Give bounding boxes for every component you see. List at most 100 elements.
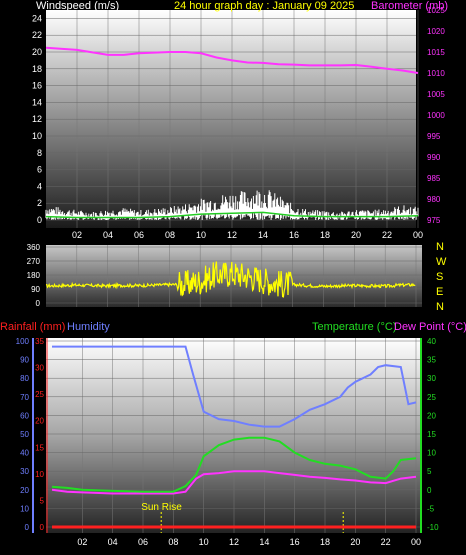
hour-tick-label: 00 xyxy=(413,230,423,240)
barometer-tick-label: 995 xyxy=(427,132,441,141)
barometer-tick-label: 1005 xyxy=(427,90,445,99)
compass-label: N xyxy=(436,301,444,313)
hour-tick-label: 06 xyxy=(134,230,144,240)
hour-tick-label: 18 xyxy=(320,230,330,240)
humidity-tick-label: 70 xyxy=(20,393,29,402)
wind-barometer-panel: 024681012141618202224 975980985990995100… xyxy=(32,0,448,240)
temperature-tick-label: 5 xyxy=(427,467,432,476)
panel3-time-axis: 02 04 06 08 10 12 14 16 18 20 22 00 xyxy=(77,537,421,547)
hour-tick-label: 18 xyxy=(320,537,330,547)
compass-label: N xyxy=(436,241,444,253)
barometer-tick-label: 1010 xyxy=(427,69,445,78)
rainfall-tick-label: 20 xyxy=(35,417,44,426)
rainfall-axis: 0 5 10 15 20 25 30 35 xyxy=(35,337,44,532)
hour-tick-label: 00 xyxy=(411,537,421,547)
hour-tick-label: 10 xyxy=(199,537,209,547)
temperature-tick-label: 10 xyxy=(427,449,436,458)
humidity-tick-label: 40 xyxy=(20,449,29,458)
rainfall-tick-label: 5 xyxy=(40,496,45,505)
windspeed-tick-label: 20 xyxy=(32,47,42,57)
direction-tick-label: 180 xyxy=(27,271,41,280)
windspeed-tick-label: 0 xyxy=(37,215,42,225)
windspeed-tick-label: 22 xyxy=(32,30,42,40)
barometer-tick-label: 980 xyxy=(427,195,441,204)
humidity-tick-label: 30 xyxy=(20,467,29,476)
hour-tick-label: 04 xyxy=(103,230,113,240)
compass-label: S xyxy=(436,271,443,283)
humidity-tick-label: 50 xyxy=(20,430,29,439)
panel1-barometer-axis: 975980985990995100010051010101510201025 xyxy=(427,6,445,225)
windspeed-tick-label: 18 xyxy=(32,64,42,74)
hour-tick-label: 14 xyxy=(258,230,268,240)
hour-tick-label: 14 xyxy=(259,537,269,547)
barometer-tick-label: 1020 xyxy=(427,27,445,36)
humidity-tick-label: 100 xyxy=(16,337,30,346)
humidity-tick-label: 20 xyxy=(20,486,29,495)
temperature-axis-title: Temperature (°C) xyxy=(312,321,396,333)
rainfall-tick-label: 15 xyxy=(35,443,44,452)
hour-tick-label: 06 xyxy=(138,537,148,547)
windspeed-tick-label: 10 xyxy=(32,131,42,141)
rainfall-axis-title: Rainfall (mm) xyxy=(0,321,65,333)
barometer-tick-label: 1015 xyxy=(427,48,445,57)
temperature-tick-label: 20 xyxy=(427,411,436,420)
hour-tick-label: 20 xyxy=(351,230,361,240)
direction-degree-axis: 0 90 180 270 360 xyxy=(27,243,41,308)
panel2-background xyxy=(46,245,422,307)
direction-tick-label: 90 xyxy=(31,285,40,294)
hour-tick-label: 20 xyxy=(350,537,360,547)
windspeed-tick-label: 8 xyxy=(37,148,42,158)
humidity-axis-title: Humidity xyxy=(67,321,110,333)
temperature-tick-label: -5 xyxy=(427,504,435,513)
barometer-tick-label: 990 xyxy=(427,153,441,162)
hour-tick-label: 10 xyxy=(196,230,206,240)
weather-graph-canvas: 024681012141618202224 975980985990995100… xyxy=(0,0,466,547)
temperature-tick-label: 35 xyxy=(427,356,436,365)
panel1-windspeed-axis: 024681012141618202224 xyxy=(32,13,42,225)
compass-label: W xyxy=(436,256,447,268)
barometer-tick-label: 975 xyxy=(427,216,441,225)
panel1-time-axis: 02 04 06 08 10 12 14 16 18 20 22 00 xyxy=(72,230,423,240)
temperature-tick-label: 15 xyxy=(427,430,436,439)
dew-point-axis-title: Dew Point (°C) xyxy=(394,321,466,333)
humidity-tick-label: 60 xyxy=(20,411,29,420)
hour-tick-label: 22 xyxy=(381,537,391,547)
windspeed-tick-label: 4 xyxy=(37,181,42,191)
hour-tick-label: 08 xyxy=(165,230,175,240)
graph-title: 24 hour graph day : January 09 2025 xyxy=(174,0,354,12)
windspeed-tick-label: 6 xyxy=(37,165,42,175)
windspeed-tick-label: 2 xyxy=(37,198,42,208)
humidity-tick-label: 90 xyxy=(20,356,29,365)
humidity-axis: 0 10 20 30 40 50 60 70 80 90 100 xyxy=(16,337,30,532)
wind-direction-panel: 0 90 180 270 360 NWSEN xyxy=(27,241,447,313)
direction-tick-label: 360 xyxy=(27,243,41,252)
temperature-tick-label: 0 xyxy=(427,486,432,495)
hour-tick-label: 12 xyxy=(227,230,237,240)
humidity-tick-label: 80 xyxy=(20,374,29,383)
temperature-tick-label: -10 xyxy=(427,523,439,532)
hour-tick-label: 16 xyxy=(290,537,300,547)
hour-tick-label: 16 xyxy=(289,230,299,240)
temperature-axis: -10 -5 0 5 10 15 20 25 30 35 40 xyxy=(427,337,439,532)
compass-labels: NWSEN xyxy=(436,241,447,313)
windspeed-tick-label: 12 xyxy=(32,114,42,124)
rainfall-tick-label: 0 xyxy=(40,523,45,532)
direction-tick-label: 0 xyxy=(36,299,41,308)
temperature-humidity-panel: 0102030405060708090100 05101520253035 -1… xyxy=(0,321,466,547)
direction-tick-label: 270 xyxy=(27,257,41,266)
rainfall-tick-label: 10 xyxy=(35,470,44,479)
barometer-axis-title: Barometer (mb) xyxy=(371,0,448,12)
rainfall-tick-label: 35 xyxy=(35,337,44,346)
hour-tick-label: 02 xyxy=(77,537,87,547)
temperature-tick-label: 40 xyxy=(427,337,436,346)
rainfall-tick-label: 25 xyxy=(35,390,44,399)
hour-tick-label: 22 xyxy=(382,230,392,240)
hour-tick-label: 02 xyxy=(72,230,82,240)
barometer-tick-label: 985 xyxy=(427,174,441,183)
rainfall-tick-label: 30 xyxy=(35,364,44,373)
windspeed-tick-label: 14 xyxy=(32,97,42,107)
humidity-tick-label: 0 xyxy=(25,523,30,532)
sun-rise-label: Sun Rise xyxy=(141,502,182,513)
hour-tick-label: 12 xyxy=(229,537,239,547)
windspeed-tick-label: 16 xyxy=(32,81,42,91)
